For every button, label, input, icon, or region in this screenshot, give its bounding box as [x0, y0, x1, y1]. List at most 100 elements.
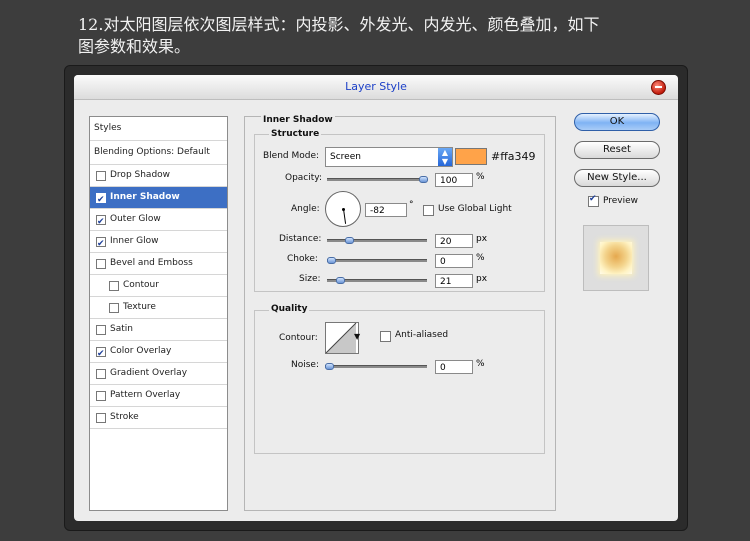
angle-input[interactable]: -82	[365, 203, 407, 217]
color-hex-text: #ffa349	[491, 150, 536, 163]
new-style-button[interactable]: New Style...	[574, 169, 660, 187]
angle-label: Angle:	[291, 204, 320, 214]
style-item-stroke[interactable]: Stroke	[90, 407, 227, 429]
style-item-satin[interactable]: Satin	[90, 319, 227, 341]
style-item-checkbox[interactable]	[96, 344, 106, 365]
style-item-label: Inner Shadow	[110, 192, 180, 202]
styles-list: Styles Blending Options: Default Drop Sh…	[89, 116, 228, 511]
updown-arrows-icon: ▲ ▼	[438, 148, 452, 166]
section-title: Inner Shadow	[261, 115, 335, 125]
style-item-bevel-and-emboss[interactable]: Bevel and Emboss	[90, 253, 227, 275]
ok-button[interactable]: OK	[574, 113, 660, 131]
size-slider-thumb[interactable]	[336, 277, 346, 284]
style-item-checkbox[interactable]	[96, 369, 106, 379]
styles-header[interactable]: Styles	[90, 117, 227, 141]
noise-input[interactable]: 0	[435, 360, 473, 374]
style-item-checkbox[interactable]	[96, 171, 106, 181]
size-input[interactable]: 21	[435, 274, 473, 288]
distance-label: Distance:	[279, 234, 322, 244]
style-item-label: Bevel and Emboss	[110, 258, 193, 268]
style-item-color-overlay[interactable]: Color Overlay	[90, 341, 227, 365]
choke-slider-thumb[interactable]	[327, 257, 336, 264]
tutorial-caption: 12.对太阳图层依次图层样式：内投影、外发光、内发光、颜色叠加，如下 图参数和效…	[78, 14, 718, 58]
style-item-label: Color Overlay	[110, 346, 172, 356]
style-item-texture[interactable]: Texture	[90, 297, 227, 319]
style-item-pattern-overlay[interactable]: Pattern Overlay	[90, 385, 227, 407]
style-item-label: Texture	[123, 302, 156, 312]
distance-slider-thumb[interactable]	[345, 237, 355, 244]
blend-mode-select[interactable]: Screen ▲ ▼	[325, 147, 453, 167]
style-item-checkbox[interactable]	[96, 212, 106, 233]
style-item-checkbox[interactable]	[96, 325, 106, 335]
opacity-slider-thumb[interactable]	[419, 176, 428, 183]
caption-line-1: 12.对太阳图层依次图层样式：内投影、外发光、内发光、颜色叠加，如下	[78, 15, 600, 34]
style-item-label: Stroke	[110, 412, 139, 422]
style-item-checkbox[interactable]	[109, 303, 119, 313]
layer-style-dialog: Layer Style Styles Blending Options: Def…	[74, 75, 678, 521]
title-bar[interactable]: Layer Style	[74, 75, 678, 100]
style-item-checkbox[interactable]	[96, 391, 106, 401]
style-item-checkbox[interactable]	[96, 190, 106, 211]
style-item-label: Drop Shadow	[110, 170, 171, 180]
distance-input[interactable]: 20	[435, 234, 473, 248]
opacity-percent: %	[476, 172, 485, 182]
quality-title: Quality	[269, 304, 310, 314]
choke-slider[interactable]	[327, 259, 427, 262]
angle-center	[342, 208, 345, 211]
inner-shadow-panel: Inner Shadow Structure Blend Mode: Scree…	[244, 115, 556, 511]
caption-line-2: 图参数和效果。	[78, 37, 191, 56]
noise-slider[interactable]	[325, 365, 427, 368]
opacity-slider[interactable]	[327, 178, 427, 181]
style-item-checkbox[interactable]	[109, 281, 119, 291]
noise-percent: %	[476, 359, 485, 369]
choke-input[interactable]: 0	[435, 254, 473, 268]
style-item-gradient-overlay[interactable]: Gradient Overlay	[90, 363, 227, 385]
dialog-frame: Layer Style Styles Blending Options: Def…	[64, 65, 688, 531]
style-item-label: Satin	[110, 324, 133, 334]
distance-slider[interactable]	[327, 239, 427, 242]
style-item-checkbox[interactable]	[96, 413, 106, 423]
preview-swatch	[600, 242, 632, 274]
angle-needle	[343, 208, 347, 224]
angle-degree: °	[409, 200, 414, 210]
reset-button[interactable]: Reset	[574, 141, 660, 159]
shadow-color-swatch[interactable]	[455, 148, 487, 165]
global-light-checkbox[interactable]	[423, 205, 434, 216]
opacity-label: Opacity:	[285, 173, 322, 183]
angle-dial[interactable]	[325, 191, 361, 227]
style-item-label: Contour	[123, 280, 159, 290]
noise-label: Noise:	[291, 360, 319, 370]
size-px: px	[476, 274, 488, 284]
global-light-label: Use Global Light	[438, 204, 512, 214]
style-item-contour[interactable]: Contour	[90, 275, 227, 297]
style-item-label: Outer Glow	[110, 214, 161, 224]
style-item-label: Inner Glow	[110, 236, 159, 246]
structure-title: Structure	[269, 129, 322, 139]
dialog-title: Layer Style	[345, 80, 407, 93]
style-item-inner-glow[interactable]: Inner Glow	[90, 231, 227, 255]
chevron-down-icon[interactable]: ▼	[354, 332, 360, 341]
style-preview	[583, 225, 649, 291]
style-item-inner-shadow[interactable]: Inner Shadow	[90, 187, 227, 211]
blend-mode-value: Screen	[330, 152, 361, 162]
opacity-input[interactable]: 100	[435, 173, 473, 187]
contour-label: Contour:	[279, 333, 318, 343]
style-item-label: Pattern Overlay	[110, 390, 181, 400]
style-item-checkbox[interactable]	[96, 234, 106, 255]
anti-aliased-label: Anti-aliased	[395, 330, 449, 340]
size-label: Size:	[299, 274, 321, 284]
preview-checkbox[interactable]	[588, 194, 599, 207]
choke-percent: %	[476, 253, 485, 263]
distance-px: px	[476, 234, 488, 244]
close-icon[interactable]	[651, 80, 666, 95]
preview-label: Preview	[603, 196, 639, 206]
anti-aliased-checkbox[interactable]	[380, 331, 391, 342]
style-item-outer-glow[interactable]: Outer Glow	[90, 209, 227, 233]
style-item-drop-shadow[interactable]: Drop Shadow	[90, 165, 227, 187]
choke-label: Choke:	[287, 254, 318, 264]
blend-mode-label: Blend Mode:	[263, 151, 320, 161]
style-item-checkbox[interactable]	[96, 259, 106, 269]
blending-options-item[interactable]: Blending Options: Default	[90, 141, 227, 165]
noise-slider-thumb[interactable]	[325, 363, 334, 370]
style-item-label: Gradient Overlay	[110, 368, 188, 378]
